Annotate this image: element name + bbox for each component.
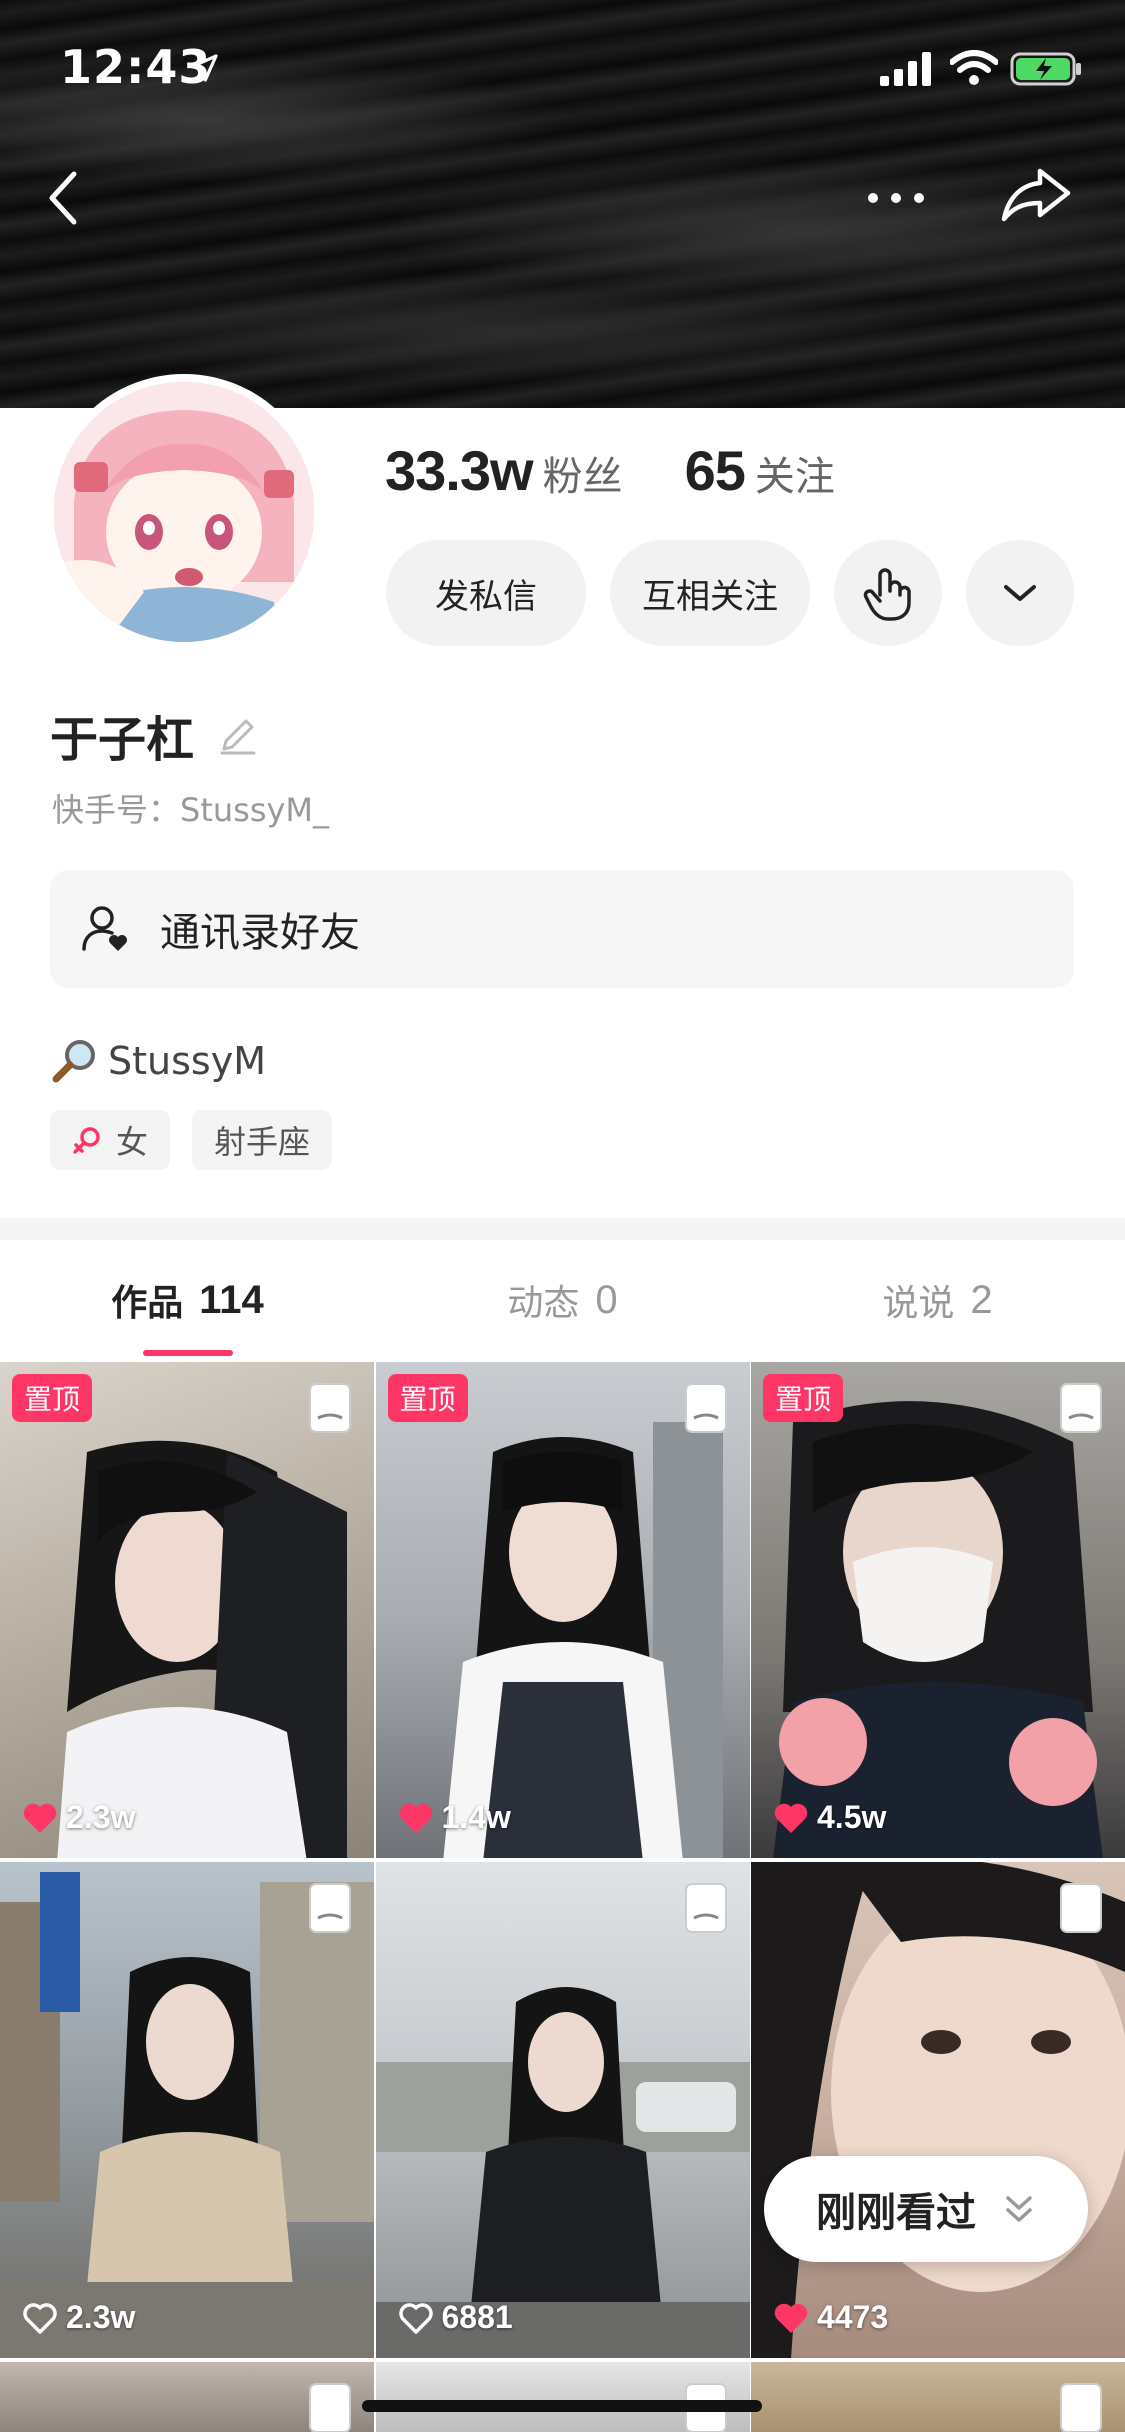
pinned-badge: 置顶 <box>12 1374 93 1422</box>
photo-type-icon <box>1060 1883 1102 1933</box>
back-icon[interactable] <box>40 168 90 228</box>
recently-viewed-button[interactable]: 刚刚看过 <box>764 2156 1088 2262</box>
tab-count: 2 <box>970 1277 993 1322</box>
gender-tag: 女 <box>50 1110 171 1170</box>
following-label[interactable]: 关注 <box>755 444 835 502</box>
mutual-follow-button[interactable]: 互相关注 <box>610 540 810 646</box>
followers-count[interactable]: 33.3w <box>385 438 534 503</box>
post-thumbnail[interactable]: 6881 <box>375 1862 750 2358</box>
message-button[interactable]: 发私信 <box>386 540 586 646</box>
post-thumbnail[interactable]: 置顶 2.3w <box>0 1362 374 1858</box>
photo-type-icon <box>309 2383 351 2432</box>
photo-type-icon <box>1060 1383 1102 1433</box>
like-count-value: 4473 <box>817 2299 889 2335</box>
tab-works[interactable]: 作品 114 <box>0 1240 375 1360</box>
name-row: 于子杠 <box>50 700 260 770</box>
tab-count: 114 <box>199 1277 264 1322</box>
following-count[interactable]: 65 <box>685 438 746 503</box>
bio-text: StussyM <box>108 1039 266 1083</box>
heart-filled-icon <box>774 1803 808 1833</box>
post-thumbnail[interactable]: 2.3w <box>0 1862 374 2358</box>
post-thumbnail[interactable]: 置顶 4.5w <box>751 1362 1125 1858</box>
tab-label: 动态 <box>507 1283 580 1324</box>
pinned-badge: 置顶 <box>763 1374 844 1422</box>
post-thumbnail[interactable] <box>375 2362 750 2432</box>
tab-label: 说说 <box>882 1283 955 1324</box>
female-icon <box>73 1127 100 1154</box>
photo-subject <box>442 1422 723 1858</box>
like-count: 1.4w <box>398 1799 511 1836</box>
kuaishou-id: 快手号：StussyM_ <box>52 791 330 829</box>
like-count: 6881 <box>398 2299 513 2336</box>
photo-type-icon <box>684 1883 727 1933</box>
photo-subject <box>751 1862 1125 2358</box>
like-count-value: 4.5w <box>817 1799 887 1835</box>
expand-recommendations-button[interactable] <box>966 540 1074 646</box>
post-thumbnail[interactable] <box>751 2362 1125 2432</box>
like-count: 2.3w <box>22 1799 135 1836</box>
heart-filled-icon <box>774 2303 808 2333</box>
home-indicator[interactable] <box>362 2400 762 2412</box>
contacts-label: 通讯录好友 <box>160 910 360 956</box>
location-arrow-icon <box>190 54 218 82</box>
post-thumbnail[interactable]: 4473 <box>751 1862 1125 2358</box>
profile-stats: 33.3w 粉丝 65 关注 <box>385 438 835 503</box>
gender-label: 女 <box>116 1123 149 1161</box>
section-divider <box>0 1218 1125 1240</box>
contact-heart-icon <box>82 906 127 951</box>
like-count-value: 6881 <box>441 2299 513 2335</box>
works-grid: 置顶 2.3w 置顶 1.4w 置顶 4.5w 2.3w 6881 4473 <box>0 1362 1125 2432</box>
poke-button[interactable] <box>834 540 942 646</box>
like-count-value: 1.4w <box>441 1799 511 1835</box>
profile-actions: 发私信 互相关注 <box>386 540 1074 646</box>
followers-label[interactable]: 粉丝 <box>543 444 623 502</box>
photo-subject <box>773 1401 1103 1858</box>
profile-tags: 女 射手座 <box>50 1110 333 1170</box>
battery-charging-icon <box>1010 52 1081 86</box>
profile-name: 于子杠 <box>50 712 195 768</box>
bio: StussyM <box>52 1038 266 1084</box>
photo-subject <box>57 1440 347 1858</box>
heart-outline-icon <box>23 2302 57 2334</box>
wifi-icon <box>950 50 998 85</box>
contacts-friends-button[interactable]: 通讯录好友 <box>50 870 1074 988</box>
like-count-value: 2.3w <box>66 2299 136 2335</box>
more-options-icon[interactable] <box>865 180 927 216</box>
post-thumbnail[interactable]: 置顶 1.4w <box>375 1362 750 1858</box>
recently-viewed-label: 刚刚看过 <box>816 2190 976 2236</box>
double-chevron-down-icon <box>1006 2196 1032 2222</box>
like-count: 4473 <box>773 2299 888 2336</box>
chevron-down-icon <box>1004 585 1036 601</box>
avatar-image <box>54 382 314 642</box>
like-count: 2.3w <box>22 2299 135 2336</box>
photo-subject <box>0 1872 374 2358</box>
zodiac-tag: 射手座 <box>192 1110 333 1170</box>
pointing-hand-icon <box>863 568 911 621</box>
heart-filled-icon <box>23 1803 57 1833</box>
photo-type-icon <box>309 1383 351 1433</box>
tab-moments[interactable]: 动态 0 <box>375 1240 750 1360</box>
pinned-badge: 置顶 <box>387 1374 468 1422</box>
photo-type-icon <box>1060 2383 1102 2432</box>
post-thumbnail[interactable] <box>0 2362 374 2432</box>
status-bar: 12:43 <box>0 0 1125 130</box>
like-count-value: 2.3w <box>66 1799 136 1835</box>
like-count: 4.5w <box>773 1799 886 1836</box>
avatar[interactable] <box>46 374 322 650</box>
magnifier-emoji-icon <box>52 1040 95 1083</box>
cellular-signal-icon <box>880 52 931 86</box>
content-tabs: 作品 114 动态 0 说说 2 <box>0 1240 1125 1360</box>
photo-subject <box>375 1987 750 2358</box>
heart-filled-icon <box>399 1803 432 1833</box>
tab-posts[interactable]: 说说 2 <box>750 1240 1125 1360</box>
tab-label: 作品 <box>111 1283 184 1324</box>
share-icon[interactable] <box>1000 165 1072 225</box>
tab-active-indicator <box>142 1350 233 1356</box>
tab-count: 0 <box>595 1277 618 1322</box>
edit-icon[interactable] <box>216 713 260 757</box>
photo-type-icon <box>309 1883 351 1933</box>
photo-type-icon <box>684 1383 727 1433</box>
anime-girl-illustration <box>54 382 314 642</box>
heart-outline-icon <box>398 2302 433 2334</box>
